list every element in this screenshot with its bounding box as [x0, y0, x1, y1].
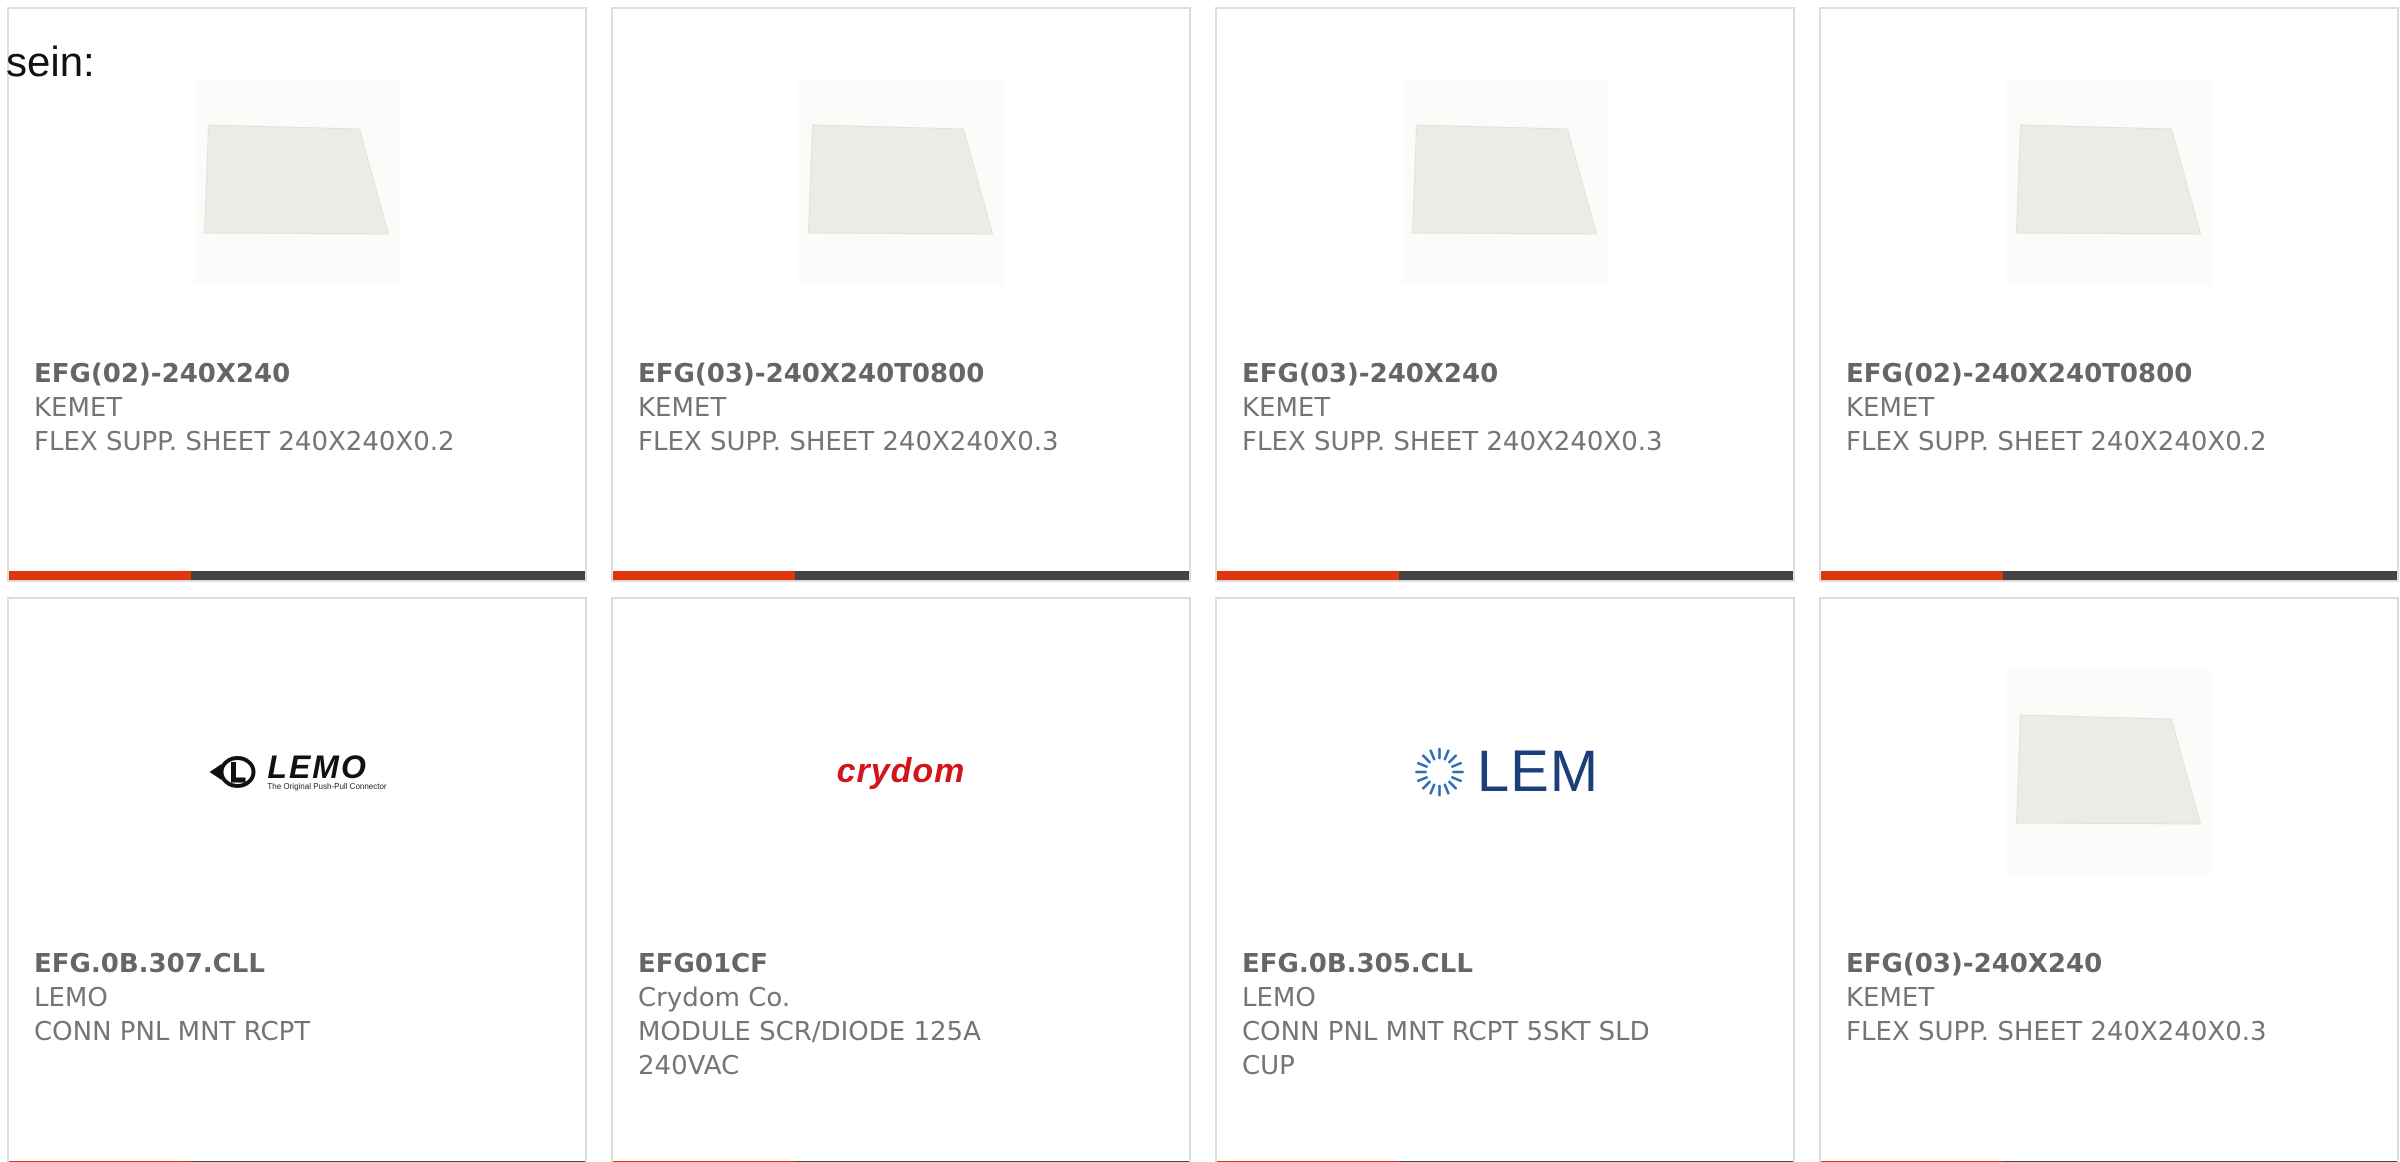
manufacturer: LEMO: [1242, 983, 1316, 1013]
product-image: [2006, 79, 2212, 284]
product-info: EFG(02)-240X240T0800 KEMET FLEX SUPP. SH…: [1846, 357, 2376, 459]
product-grid: EFG(02)-240X240 KEMET FLEX SUPP. SHEET 2…: [0, 0, 2400, 1162]
part-number[interactable]: EFG(03)-240X240: [1242, 357, 1772, 391]
part-number[interactable]: EFG(03)-240X240: [1846, 947, 2376, 981]
flex-sheet-image: [194, 79, 400, 284]
part-number[interactable]: EFG.0B.305.CLL: [1242, 947, 1772, 981]
flex-sheet-image: [2006, 79, 2212, 284]
product-card[interactable]: EFG(03)-240X240T0800 KEMET FLEX SUPP. SH…: [611, 7, 1191, 582]
manufacturer: LEMO: [34, 983, 108, 1013]
part-number[interactable]: EFG(02)-240X240T0800: [1846, 357, 2376, 391]
product-image: [194, 79, 400, 284]
lemo-logo-tagline: The Original Push-Pull Connector: [267, 782, 387, 791]
manufacturer: KEMET: [638, 393, 727, 423]
product-info: EFG.0B.307.CLL LEMO CONN PNL MNT RCPT: [34, 947, 564, 1049]
lem-sunburst-icon: [1415, 747, 1465, 796]
lemo-logo: LEMO The Original Push-Pull Connector: [207, 749, 387, 792]
part-number[interactable]: EFG(03)-240X240T0800: [638, 357, 1168, 391]
part-number[interactable]: EFG(02)-240X240: [34, 357, 564, 391]
description: FLEX SUPP. SHEET 240X240X0.3: [638, 427, 1059, 457]
lem-logo: LEM: [1411, 738, 1599, 805]
card-accent-bar: [1821, 571, 2003, 580]
card-accent-bar: [613, 571, 795, 580]
lemo-logo-text: LEMO: [267, 749, 368, 785]
product-info: EFG(03)-240X240 KEMET FLEX SUPP. SHEET 2…: [1242, 357, 1772, 459]
lemo-mark-icon: [209, 755, 256, 788]
card-accent-bar: [9, 571, 191, 580]
part-number[interactable]: EFG.0B.307.CLL: [34, 947, 564, 981]
manufacturer: KEMET: [1242, 393, 1331, 423]
manufacturer: KEMET: [1846, 393, 1935, 423]
product-image: [1402, 79, 1608, 284]
product-card[interactable]: LEMO The Original Push-Pull Connector EF…: [7, 597, 587, 1162]
product-info: EFG(03)-240X240T0800 KEMET FLEX SUPP. SH…: [638, 357, 1168, 459]
product-image: [2006, 669, 2212, 874]
card-bottom-bar: [1821, 571, 2397, 580]
description: FLEX SUPP. SHEET 240X240X0.3: [1242, 427, 1663, 457]
flex-sheet-image: [2006, 669, 2212, 874]
product-card[interactable]: EFG(03)-240X240 KEMET FLEX SUPP. SHEET 2…: [1819, 597, 2399, 1162]
intro-text: sein:: [6, 38, 95, 85]
flex-sheet-image: [1402, 79, 1608, 284]
product-card[interactable]: crydom EFG01CF Crydom Co. MODULE SCR/DIO…: [611, 597, 1191, 1162]
product-info: EFG(03)-240X240 KEMET FLEX SUPP. SHEET 2…: [1846, 947, 2376, 1049]
product-card[interactable]: LEM EFG.0B.305.CLL LEMO CONN PNL MNT RCP…: [1215, 597, 1795, 1162]
description: FLEX SUPP. SHEET 240X240X0.2: [34, 427, 455, 457]
product-info: EFG(02)-240X240 KEMET FLEX SUPP. SHEET 2…: [34, 357, 564, 459]
product-image: crydom: [799, 669, 1004, 874]
product-info: EFG.0B.305.CLL LEMO CONN PNL MNT RCPT 5S…: [1242, 947, 1772, 1083]
part-number[interactable]: EFG01CF: [638, 947, 1168, 981]
lem-logo-text: LEM: [1476, 739, 1600, 804]
product-image: LEMO The Original Push-Pull Connector: [195, 669, 400, 874]
description: MODULE SCR/DIODE 125A 240VAC: [638, 1017, 981, 1081]
flex-sheet-image: [798, 79, 1004, 284]
manufacturer: KEMET: [1846, 983, 1935, 1013]
description: CONN PNL MNT RCPT 5SKT SLD CUP: [1242, 1017, 1650, 1081]
card-bottom-bar: [613, 571, 1189, 580]
product-card[interactable]: EFG(02)-240X240T0800 KEMET FLEX SUPP. SH…: [1819, 7, 2399, 582]
description: FLEX SUPP. SHEET 240X240X0.2: [1846, 427, 2267, 457]
product-info: EFG01CF Crydom Co. MODULE SCR/DIODE 125A…: [638, 947, 1168, 1083]
card-bottom-bar: [1217, 571, 1793, 580]
card-bottom-bar: [9, 571, 585, 580]
card-accent-bar: [1217, 571, 1399, 580]
crydom-logo: crydom: [836, 752, 966, 790]
product-card[interactable]: EFG(02)-240X240 KEMET FLEX SUPP. SHEET 2…: [7, 7, 587, 582]
manufacturer: Crydom Co.: [638, 983, 791, 1013]
product-image: [798, 79, 1004, 284]
manufacturer: KEMET: [34, 393, 123, 423]
description: FLEX SUPP. SHEET 240X240X0.3: [1846, 1017, 2267, 1047]
product-image: LEM: [1403, 669, 1608, 874]
product-card[interactable]: EFG(03)-240X240 KEMET FLEX SUPP. SHEET 2…: [1215, 7, 1795, 582]
description: CONN PNL MNT RCPT: [34, 1017, 311, 1047]
